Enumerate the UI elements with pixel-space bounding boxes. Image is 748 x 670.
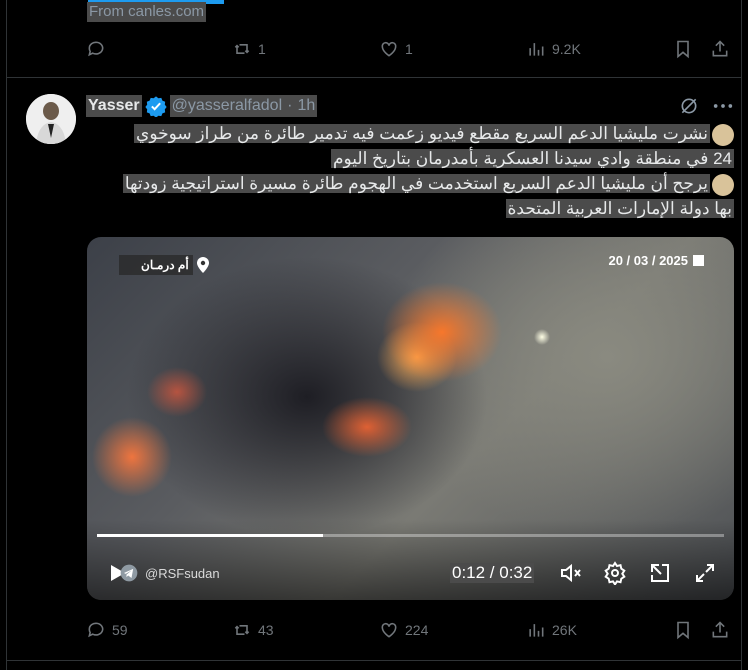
tweet-divider: [6, 660, 742, 661]
avatar[interactable]: [26, 94, 76, 144]
grok-icon[interactable]: [679, 96, 699, 116]
share-icon: [712, 621, 728, 638]
tweet-text-line1: نشرت مليشيا الدعم السريع مقطع فيديو زعمت…: [134, 121, 734, 146]
bookmark-icon: [677, 40, 689, 59]
heart-icon: [381, 622, 397, 638]
tweet-text-line3: يرجح أن مليشيا الدعم السريع استخدمت في ا…: [122, 171, 734, 196]
views-button[interactable]: 9.2K: [526, 37, 581, 61]
source-text[interactable]: From canles.com: [87, 2, 207, 22]
emoji-icon: [712, 173, 734, 196]
reply-icon: [88, 41, 104, 57]
location-text: أم درمـان: [141, 258, 189, 272]
repost-icon: [234, 625, 250, 635]
like-count: 224: [405, 622, 429, 638]
time-display: 0:12 / 0:32: [450, 563, 535, 583]
tweet-text-line4: بها دولة الإمارات العربية المتحدة: [505, 199, 734, 218]
repost-button[interactable]: 1: [232, 37, 266, 61]
tweet-time[interactable]: 1h: [295, 95, 318, 117]
tweet-divider: [6, 77, 742, 78]
mute-button[interactable]: [559, 559, 583, 587]
video-progress-bar[interactable]: [97, 534, 724, 537]
avatar-image: [26, 94, 76, 144]
video-progress-fill: [97, 534, 323, 537]
column-border-left: [6, 0, 7, 670]
prev-tweet-actions: 1 1 9.2K: [86, 37, 736, 61]
fullscreen-button[interactable]: [693, 559, 717, 587]
share-button[interactable]: [710, 618, 730, 642]
location-pin-icon: [196, 257, 209, 273]
expand-icon: [696, 564, 714, 582]
watermark-text: @RSFsudan: [145, 565, 220, 581]
separator-dot: ·: [284, 95, 296, 117]
like-button[interactable]: 1: [379, 37, 413, 61]
views-icon: [529, 43, 544, 56]
heart-icon: [381, 41, 397, 57]
repost-count: 43: [258, 622, 274, 638]
video-watermark: @RSFsudan: [119, 559, 220, 587]
video-location-label: أم درمـان: [119, 255, 209, 275]
tweet-header: Yasser @yasseralfadol · 1h: [86, 95, 318, 117]
settings-button[interactable]: [603, 559, 627, 587]
share-button[interactable]: [710, 37, 730, 61]
square-marker: [693, 255, 704, 266]
bookmark-button[interactable]: [673, 618, 693, 642]
repost-icon: [234, 44, 250, 54]
muted-speaker-icon: [561, 563, 581, 583]
video-player[interactable]: أم درمـان 20 / 03 / 2025 @RSFsudan 0:12 …: [87, 237, 734, 600]
author-handle[interactable]: @yasseralfadol: [169, 95, 285, 117]
author-name[interactable]: Yasser: [86, 95, 142, 117]
tweet-actions: 59 43 224 26K: [86, 618, 736, 642]
tweet-text-line2: 24 في منطقة وادي سيدنا العسكرية بأمدرمان…: [330, 149, 734, 168]
gear-icon: [604, 561, 626, 585]
views-count: 26K: [552, 622, 577, 638]
column-border-right: [741, 0, 742, 670]
like-button[interactable]: 224: [379, 618, 428, 642]
bookmark-icon: [677, 621, 689, 640]
video-time: 0:12 / 0:32: [450, 559, 535, 587]
reply-button[interactable]: 59: [86, 618, 128, 642]
emoji-icon: [712, 123, 734, 146]
views-button[interactable]: 26K: [526, 618, 577, 642]
reply-icon: [88, 622, 104, 638]
views-icon: [529, 624, 544, 637]
video-date-label: 20 / 03 / 2025: [608, 253, 704, 268]
views-count: 9.2K: [552, 41, 581, 57]
reply-count: 59: [112, 622, 128, 638]
bookmark-button[interactable]: [673, 37, 693, 61]
reply-button[interactable]: [86, 37, 112, 61]
repost-button[interactable]: 43: [232, 618, 274, 642]
like-count: 1: [405, 41, 413, 57]
telegram-icon: [120, 564, 138, 582]
picture-in-picture-icon: [651, 564, 669, 582]
pip-button[interactable]: [648, 559, 672, 587]
date-text: 20 / 03 / 2025: [608, 253, 688, 268]
repost-count: 1: [258, 41, 266, 57]
share-icon: [712, 40, 728, 57]
verified-badge-icon: [144, 96, 167, 117]
more-options-icon[interactable]: [712, 96, 734, 116]
